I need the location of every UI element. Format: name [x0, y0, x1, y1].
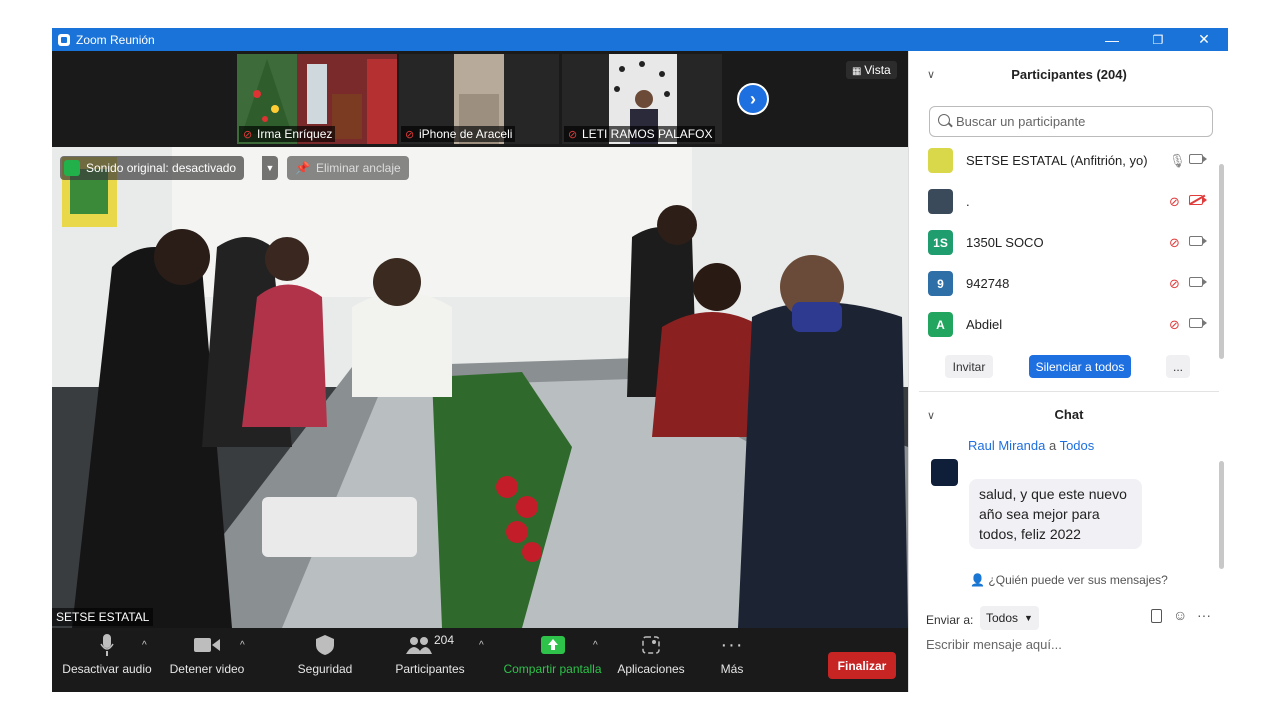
file-icon[interactable]: [1151, 609, 1162, 623]
share-options-chevron-icon[interactable]: ^: [593, 640, 598, 651]
chat-message: salud, y que este nuevo año sea mejor pa…: [969, 479, 1142, 549]
shield-icon: [64, 160, 80, 176]
view-button[interactable]: ▦ Vista: [846, 61, 897, 79]
chat-message-input[interactable]: Escribir mensaje aquí...: [926, 637, 1216, 661]
message-header: Raul Miranda a Todos: [968, 438, 1095, 453]
recipient-name: Todos: [1059, 438, 1095, 453]
apps-button[interactable]: Aplicaciones: [615, 628, 687, 692]
muted-mic-icon: ⊘: [243, 129, 253, 141]
invite-button[interactable]: Invitar: [945, 355, 993, 378]
participants-scrollbar[interactable]: [1219, 164, 1224, 359]
original-sound-toggle[interactable]: Sonido original: desactivado: [60, 156, 245, 180]
mute-audio-button[interactable]: Desactivar audio: [62, 628, 152, 692]
mute-all-button[interactable]: Silenciar a todos: [1029, 355, 1131, 378]
muted-mic-icon[interactable]: ⊘: [1169, 194, 1180, 210]
tile-name: ⊘ Irma Enríquez: [239, 126, 336, 142]
avatar: [928, 148, 953, 173]
share-screen-button[interactable]: Compartir pantalla: [500, 628, 605, 692]
person-icon: 👤: [970, 573, 989, 587]
more-dots-icon: ···: [720, 633, 744, 656]
meeting-video-icon: [52, 147, 908, 628]
chat-input-area: Enviar a: Todos ▼ ☺ ··· Escribir mensaje …: [909, 593, 1229, 692]
next-page-button[interactable]: ›: [737, 83, 769, 115]
emoji-icon[interactable]: ☺: [1173, 607, 1187, 623]
end-meeting-button[interactable]: Finalizar: [828, 652, 896, 679]
muted-mic-icon[interactable]: ⊘: [1169, 276, 1180, 292]
participants-title: Participantes (204): [1011, 67, 1127, 82]
search-icon: [938, 114, 950, 126]
participants-count: 204: [433, 633, 455, 647]
camera-icon[interactable]: [1189, 318, 1207, 328]
participant-search-input[interactable]: Buscar un participante: [929, 106, 1213, 137]
participants-button[interactable]: 204 Participantes: [392, 628, 468, 692]
microphone-icon[interactable]: 🎙: [1169, 153, 1186, 169]
camera-off-icon[interactable]: [1189, 195, 1207, 205]
camera-icon[interactable]: [1189, 236, 1207, 246]
chevron-down-icon: ▼: [265, 163, 275, 173]
window-title: Zoom Reunión: [76, 32, 155, 47]
zoom-window: Zoom Reunión — ❐ ✕ ⊘ Irma Enríquez ⊘ iPh…: [52, 28, 1228, 692]
avatar: 9: [928, 271, 953, 296]
participant-row[interactable]: SETSE ESTATAL (Anfitrión, yo) 🎙: [909, 140, 1219, 181]
video-camera-icon: [194, 638, 220, 652]
speaker-name-label: SETSE ESTATAL: [52, 608, 154, 626]
avatar: A: [928, 312, 953, 337]
grid-icon: ▦: [852, 66, 865, 77]
avatar: 1S: [928, 230, 953, 255]
video-area: ⊘ Irma Enríquez ⊘ iPhone de Araceli ⊘ LE…: [52, 51, 908, 692]
more-dots-icon[interactable]: ···: [1197, 607, 1211, 623]
participant-row[interactable]: . ⊘: [909, 181, 1219, 222]
video-tile[interactable]: ⊘ LETI RAMOS PALAFOX: [562, 54, 722, 144]
zoom-logo-icon: [58, 33, 70, 46]
participant-row[interactable]: A Abdiel ⊘: [909, 304, 1219, 345]
apps-icon: [642, 636, 660, 654]
meeting-toolbar: Desactivar audio ^ Detener video ^ Segur…: [52, 628, 908, 692]
sound-dropdown-button[interactable]: ▼: [262, 156, 278, 180]
video-tile[interactable]: ⊘ iPhone de Araceli: [399, 54, 559, 144]
avatar: [928, 189, 953, 214]
camera-icon[interactable]: [1189, 277, 1207, 287]
sender-name[interactable]: Raul Miranda: [968, 438, 1045, 453]
muted-mic-icon[interactable]: ⊘: [1169, 235, 1180, 251]
tile-name: ⊘ LETI RAMOS PALAFOX: [564, 126, 716, 142]
send-to-label: Enviar a:: [926, 613, 974, 627]
shield-icon: [316, 635, 334, 655]
who-can-see-link[interactable]: 👤 ¿Quién puede ver sus mensajes?: [909, 573, 1229, 587]
stop-video-button[interactable]: Detener video: [167, 628, 247, 692]
muted-mic-icon: ⊘: [568, 129, 578, 141]
participants-options-chevron-icon[interactable]: ^: [479, 640, 484, 651]
main-video: Sonido original: desactivado ▼ 📌 Eliminar…: [52, 147, 908, 628]
microphone-icon: [100, 634, 114, 656]
share-screen-icon: [540, 636, 565, 654]
video-options-chevron-icon[interactable]: ^: [240, 640, 245, 651]
audio-options-chevron-icon[interactable]: ^: [142, 640, 147, 651]
pin-icon: 📌: [295, 161, 310, 175]
video-tile[interactable]: ⊘ Irma Enríquez: [237, 54, 397, 144]
unpin-button[interactable]: 📌 Eliminar anclaje: [287, 156, 409, 180]
security-button[interactable]: Seguridad: [292, 628, 358, 692]
divider: [919, 391, 1219, 392]
tile-name: ⊘ iPhone de Araceli: [401, 126, 516, 142]
participant-row[interactable]: 1S 1350L SOCO ⊘: [909, 222, 1219, 263]
title-bar: Zoom Reunión — ❐ ✕: [52, 28, 1228, 51]
chevron-right-icon: ›: [750, 88, 756, 109]
minimize-button[interactable]: —: [1089, 28, 1135, 51]
participant-row[interactable]: 9 942748 ⊘: [909, 263, 1219, 304]
restore-button[interactable]: ❐: [1135, 28, 1181, 51]
muted-mic-icon[interactable]: ⊘: [1169, 317, 1180, 333]
avatar: [931, 459, 958, 486]
participants-more-button[interactable]: ...: [1166, 355, 1190, 378]
close-button[interactable]: ✕: [1181, 28, 1227, 51]
participants-icon: [405, 637, 432, 654]
camera-icon[interactable]: [1189, 154, 1207, 164]
recipient-dropdown[interactable]: Todos ▼: [980, 606, 1039, 630]
muted-mic-icon: ⊘: [405, 129, 415, 141]
more-button[interactable]: ··· Más: [707, 628, 757, 692]
chevron-down-icon: ▼: [1024, 613, 1033, 623]
side-panel: ∨ Participantes (204) Buscar un particip…: [908, 51, 1228, 692]
chat-scrollbar[interactable]: [1219, 461, 1224, 569]
gallery-strip: ⊘ Irma Enríquez ⊘ iPhone de Araceli ⊘ LE…: [52, 51, 908, 147]
chat-title: Chat: [1054, 407, 1084, 422]
